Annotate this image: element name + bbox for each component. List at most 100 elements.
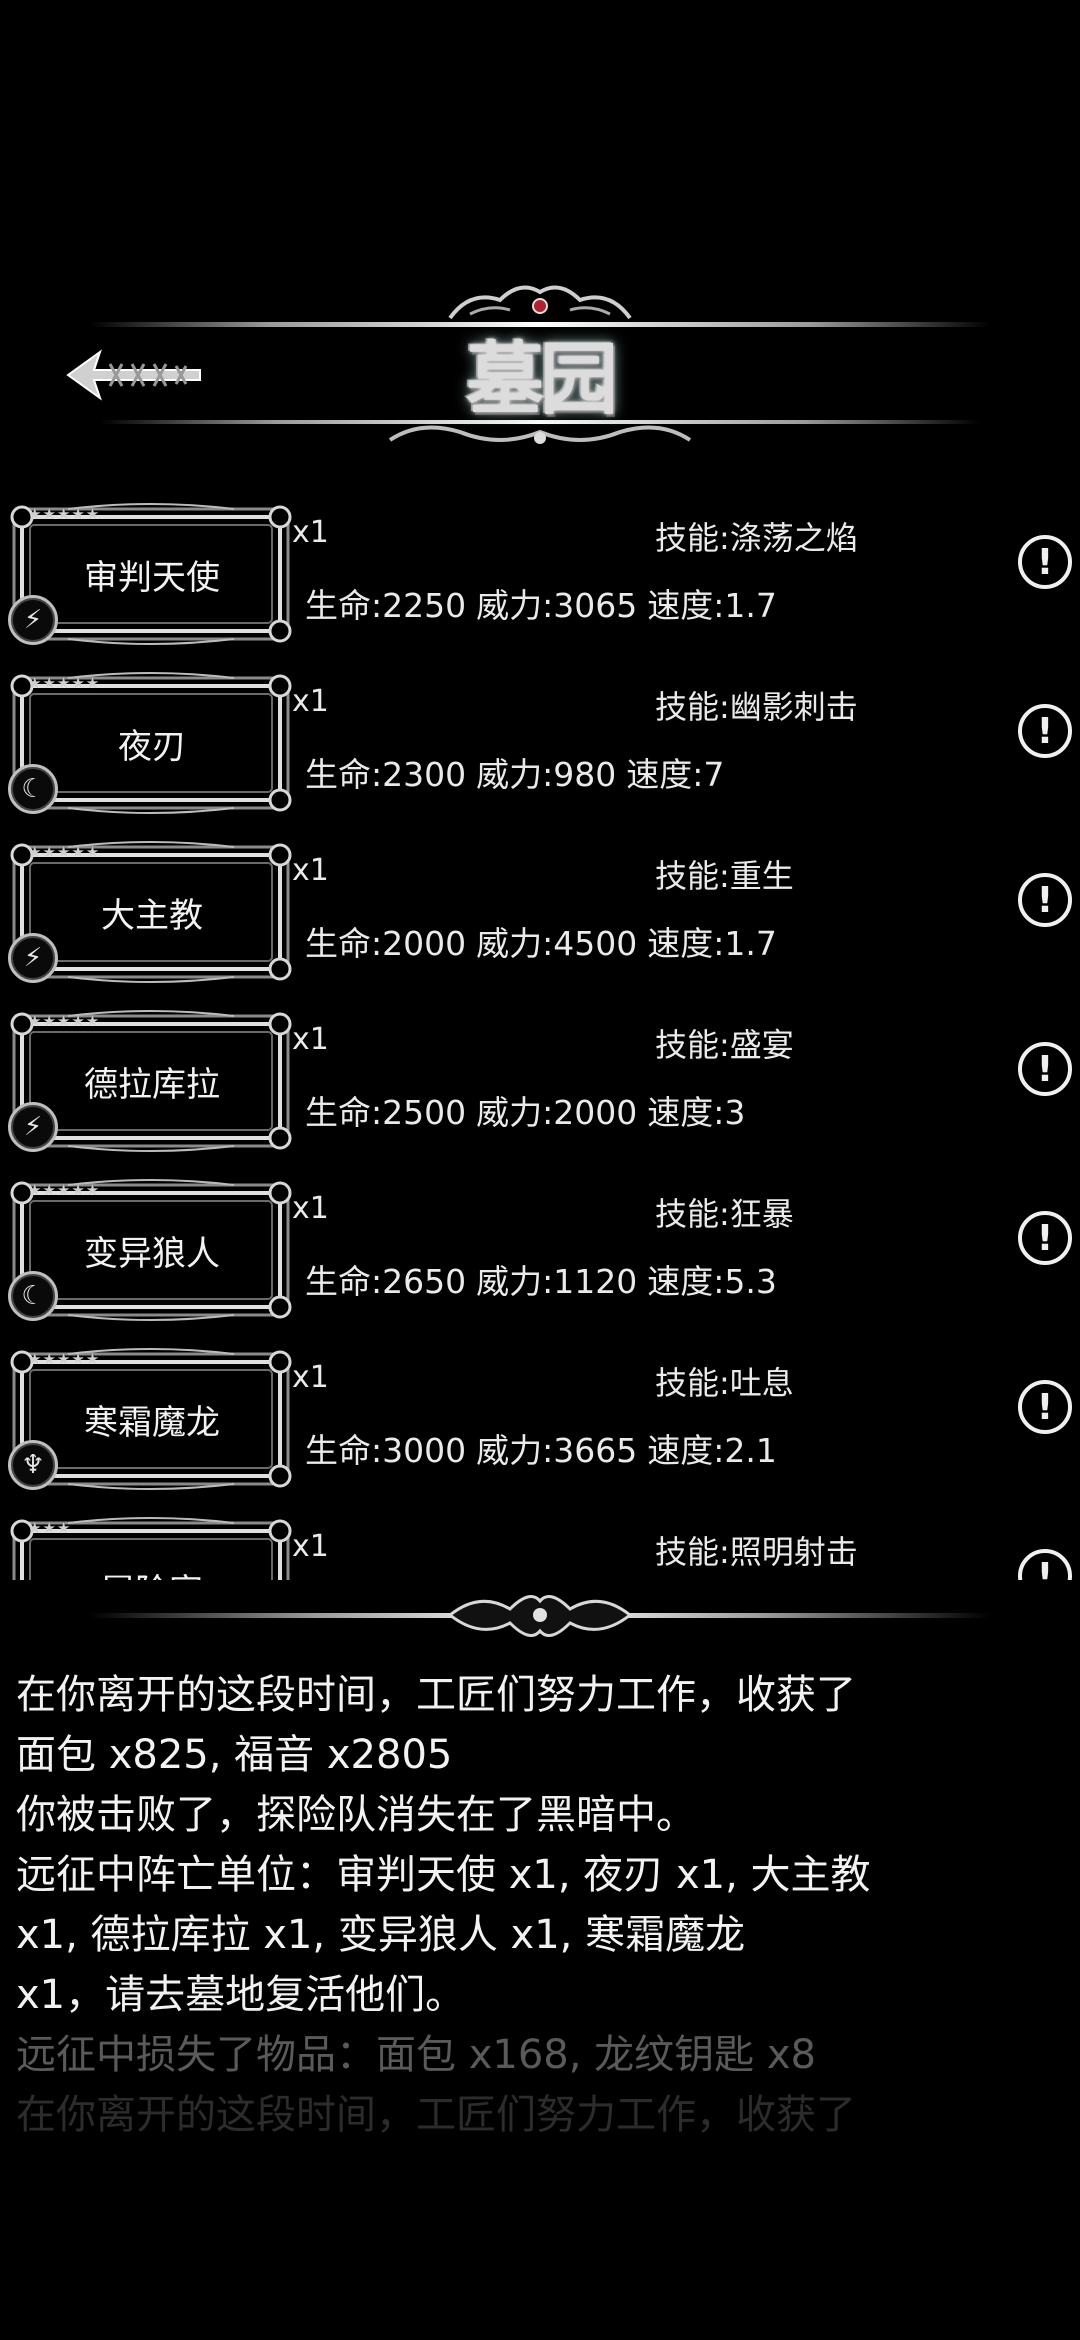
exclamation-icon: !: [1036, 710, 1054, 752]
exclamation-icon: !: [1036, 1217, 1054, 1259]
star-rating: ★★★: [28, 1519, 72, 1537]
unit-card[interactable]: ★★★★★ 审判天使 ⚡: [8, 503, 294, 645]
info-button[interactable]: !: [1018, 1549, 1072, 1580]
unit-speed: 速度:2.1: [647, 1431, 777, 1470]
unit-quantity: x1: [292, 1529, 329, 1564]
unit-speed: 速度:3: [647, 1093, 746, 1132]
unit-name: 大主教: [101, 895, 203, 936]
log-line: 远征中阵亡单位：审判天使 x1, 夜刃 x1, 大主教: [16, 1852, 871, 1898]
unit-row[interactable]: ★★★ 冒险家 ⚡ x1 技能:照明射击 !: [0, 1509, 1080, 1580]
info-button[interactable]: !: [1018, 704, 1072, 758]
unit-name: 冒险家: [30, 1539, 274, 1581]
unit-skill: 技能:幽影刺击: [655, 688, 858, 726]
unit-power: 威力:2000: [476, 1093, 638, 1132]
unit-speed: 速度:5.3: [647, 1262, 777, 1301]
exclamation-icon: !: [1036, 1386, 1054, 1428]
unit-name: 夜刃: [118, 726, 186, 767]
unit-row[interactable]: ★★★★★ 变异狼人 ☾ x1 技能:狂暴 生命:2650 威力:1120 速度:5…: [0, 1171, 1080, 1340]
back-arrow-icon: [66, 349, 201, 401]
star-rating: ★★★★★: [28, 505, 101, 523]
unit-speed: 速度:1.7: [647, 586, 777, 625]
log-line: 在你离开的这段时间，工匠们努力工作，收获了: [16, 2092, 856, 2138]
unit-stats: 生命:2250 威力:3065 速度:1.7: [305, 579, 787, 627]
star-rating: ★★★★★: [28, 674, 101, 692]
star-rating: ★★★★★: [28, 1350, 101, 1368]
unit-name: 寒霜魔龙: [84, 1402, 220, 1443]
info-button[interactable]: !: [1018, 1211, 1072, 1265]
unit-name: 变异狼人: [84, 1233, 220, 1274]
event-log[interactable]: 在你离开的这段时间，工匠们努力工作，收获了 面包 x825, 福音 x2805 你被…: [16, 1665, 1066, 2165]
unit-skill: 技能:吐息: [655, 1364, 794, 1402]
claw-icon: ☾: [8, 764, 58, 814]
info-button[interactable]: !: [1018, 873, 1072, 927]
fallen-unit-list[interactable]: ★★★★★ 审判天使 ⚡ x1 技能:涤荡之焰 生命:2250 威力:3065 速度…: [0, 495, 1080, 1580]
unit-speed: 速度:7: [626, 755, 725, 794]
star-rating: ★★★★★: [28, 1012, 101, 1030]
unit-skill: 技能:涤荡之焰: [655, 519, 858, 557]
unit-row[interactable]: ★★★★★ 审判天使 ⚡ x1 技能:涤荡之焰 生命:2250 威力:3065 速度…: [0, 495, 1080, 664]
unit-power: 威力:3665: [476, 1431, 638, 1470]
unit-row[interactable]: ★★★★★ 大主教 ⚡ x1 技能:重生 生命:2000 威力:4500 速度:1.…: [0, 833, 1080, 1002]
unit-hp: 生命:2300: [305, 755, 467, 794]
unit-quantity: x1: [292, 853, 329, 888]
exclamation-icon: !: [1036, 1555, 1054, 1581]
star-rating: ★★★★★: [28, 843, 101, 861]
lightning-icon: ⚡: [8, 933, 58, 983]
unit-card[interactable]: ★★★ 冒险家 ⚡: [8, 1517, 294, 1580]
unit-power: 威力:3065: [476, 586, 638, 625]
unit-stats: 生命:2650 威力:1120 速度:5.3: [305, 1255, 787, 1303]
unit-name: 德拉库拉: [84, 1064, 220, 1105]
unit-card[interactable]: ★★★★★ 寒霜魔龙 ♆: [8, 1348, 294, 1490]
back-button[interactable]: [60, 340, 210, 410]
exclamation-icon: !: [1036, 541, 1054, 583]
unit-row[interactable]: ★★★★★ 德拉库拉 ⚡ x1 技能:盛宴 生命:2500 威力:2000 速度:3…: [0, 1002, 1080, 1171]
graveyard-screen: 墓园 ★★★★★ 审判天使 ⚡ x1 技能:涤荡之焰 生命:2250 威力:306…: [0, 0, 1080, 2340]
unit-power: 威力:980: [476, 755, 617, 794]
unit-row[interactable]: ★★★★★ 寒霜魔龙 ♆ x1 技能:吐息 生命:3000 威力:3665 速度:2…: [0, 1340, 1080, 1509]
info-button[interactable]: !: [1018, 1042, 1072, 1096]
unit-stats: 生命:3000 威力:3665 速度:2.1: [305, 1424, 787, 1472]
log-line: 远征中损失了物品：面包 x168, 龙纹钥匙 x8: [16, 2032, 816, 2078]
unit-card[interactable]: ★★★★★ 德拉库拉 ⚡: [8, 1010, 294, 1152]
unit-skill: 技能:重生: [655, 857, 794, 895]
unit-hp: 生命:2650: [305, 1262, 467, 1301]
unit-stats: 生命:2000 威力:4500 速度:1.7: [305, 917, 787, 965]
unit-quantity: x1: [292, 515, 329, 550]
unit-card[interactable]: ★★★★★ 变异狼人 ☾: [8, 1179, 294, 1321]
unit-quantity: x1: [292, 1022, 329, 1057]
header: 墓园: [0, 270, 1080, 480]
unit-row[interactable]: ★★★★★ 夜刃 ☾ x1 技能:幽影刺击 生命:2300 威力:980 速度:7 …: [0, 664, 1080, 833]
bat-icon: ♆: [8, 1440, 58, 1490]
unit-card[interactable]: ★★★★★ 大主教 ⚡: [8, 841, 294, 983]
log-line: x1, 德拉库拉 x1, 变异狼人 x1, 寒霜魔龙: [16, 1912, 746, 1958]
unit-stats: 生命:2300 威力:980 速度:7: [305, 748, 734, 796]
exclamation-icon: !: [1036, 1048, 1054, 1090]
page-title: 墓园: [465, 334, 618, 425]
unit-skill: 技能:狂暴: [655, 1195, 794, 1233]
unit-hp: 生命:3000: [305, 1431, 467, 1470]
lightning-icon: ⚡: [8, 1102, 58, 1152]
log-line: x1，请去墓地复活他们。: [16, 1972, 466, 2018]
unit-power: 威力:4500: [476, 924, 638, 963]
unit-hp: 生命:2250: [305, 586, 467, 625]
section-divider: [90, 1595, 990, 1637]
unit-stats: 生命:2500 威力:2000 速度:3: [305, 1086, 755, 1134]
unit-speed: 速度:1.7: [647, 924, 777, 963]
log-line: 在你离开的这段时间，工匠们努力工作，收获了: [16, 1672, 856, 1718]
unit-hp: 生命:2000: [305, 924, 467, 963]
unit-quantity: x1: [292, 684, 329, 719]
log-line: 你被击败了，探险队消失在了黑暗中。: [16, 1792, 696, 1838]
unit-power: 威力:1120: [476, 1262, 638, 1301]
info-button[interactable]: !: [1018, 535, 1072, 589]
star-rating: ★★★★★: [28, 1181, 101, 1199]
unit-hp: 生命:2500: [305, 1093, 467, 1132]
unit-name: 审判天使: [84, 557, 220, 598]
unit-quantity: x1: [292, 1360, 329, 1395]
exclamation-icon: !: [1036, 879, 1054, 921]
lightning-icon: ⚡: [8, 595, 58, 645]
unit-skill: 技能:照明射击: [655, 1533, 858, 1571]
unit-quantity: x1: [292, 1191, 329, 1226]
unit-card[interactable]: ★★★★★ 夜刃 ☾: [8, 672, 294, 814]
log-line: 面包 x825, 福音 x2805: [16, 1732, 453, 1778]
info-button[interactable]: !: [1018, 1380, 1072, 1434]
